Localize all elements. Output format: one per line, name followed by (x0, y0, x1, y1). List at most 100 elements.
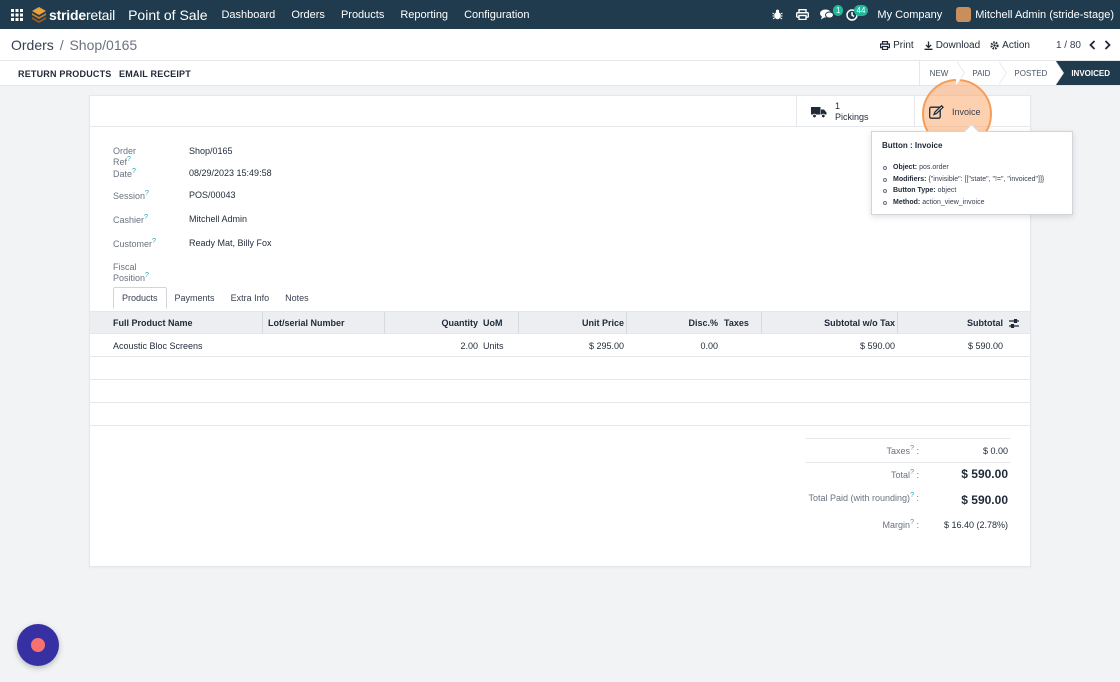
col-lot-header[interactable]: Lot/serial Number (268, 318, 345, 328)
col-discount-header[interactable]: Disc.% (630, 318, 718, 328)
gear-icon (990, 40, 999, 50)
col-quantity-header[interactable]: Quantity (390, 318, 478, 328)
tooltip-title: Button : Invoice (882, 141, 943, 150)
help-icon[interactable]: ? (145, 190, 149, 197)
brand-name-bold: stride (49, 6, 86, 23)
menu-products[interactable]: Products (333, 9, 392, 21)
order-lines-table: Full Product Name Lot/serial Number Quan… (90, 311, 1030, 426)
empty-row (90, 380, 1030, 403)
column-settings-icon[interactable] (1009, 319, 1019, 328)
margin-value: $ 16.40 (2.78%) (943, 520, 1008, 530)
brand-name-light: retail (85, 6, 116, 23)
tab-notes[interactable]: Notes (277, 287, 317, 309)
help-icon[interactable]: ? (910, 469, 914, 476)
total-paid-value: $ 590.00 (961, 493, 1008, 507)
breadcrumb-orders-link[interactable]: Orders (11, 37, 54, 53)
tooltip-item: Modifiers: {"invisible": [["state", "!=",… (882, 174, 1062, 186)
pager-value[interactable]: 1 / 80 (1056, 40, 1081, 51)
empty-row (90, 357, 1030, 380)
user-menu[interactable]: Mitchell Admin (stride-stage) (956, 7, 1114, 22)
help-icon[interactable]: ? (127, 156, 131, 163)
table-row[interactable]: Acoustic Bloc Screens 2.00 Units $ 295.0… (90, 334, 1030, 357)
pager-next-icon[interactable] (1104, 40, 1111, 50)
activities-clock-icon[interactable]: 44 (841, 0, 869, 29)
tooltip-value: {"invisible": [["state", "!=", "invoiced… (928, 175, 1045, 183)
messages-icon[interactable]: 1 (816, 0, 844, 29)
help-icon[interactable]: ? (132, 168, 136, 175)
col-subtotal-header[interactable]: Subtotal (905, 318, 1003, 328)
row-unit-price: $ 295.00 (588, 341, 624, 351)
help-icon[interactable]: ? (910, 445, 914, 452)
margin-label: Margin (882, 520, 911, 530)
help-icon[interactable]: ? (144, 214, 148, 221)
stage-posted: POSTED (999, 61, 1065, 85)
menu-orders[interactable]: Orders (283, 9, 333, 21)
breadcrumb: Orders / Shop/0165 (11, 37, 137, 53)
avatar (956, 7, 972, 22)
row-quantity: 2.00 (460, 341, 478, 351)
company-switcher[interactable]: My Company (877, 9, 942, 21)
colon: : (916, 470, 919, 480)
tab-extra-info[interactable]: Extra Info (223, 287, 278, 309)
row-uom: Units (483, 341, 504, 351)
download-button[interactable]: Download (924, 40, 980, 51)
invoice-label: Invoice (952, 106, 981, 117)
email-receipt-button[interactable]: EMAIL RECEIPT (119, 69, 191, 79)
pickings-smart-button[interactable]: 1 Pickings (796, 96, 914, 127)
main-menu: Dashboard Orders Products Reporting Conf… (213, 9, 537, 21)
breadcrumb-separator: / (59, 37, 64, 53)
print-label: Print (893, 39, 914, 51)
cashier-value[interactable]: Mitchell Admin (189, 214, 247, 224)
session-label: Session (113, 191, 146, 201)
total-label: Total (891, 470, 911, 480)
record-button[interactable] (17, 624, 59, 666)
app-name[interactable]: Point of Sale (128, 7, 207, 23)
help-icon[interactable]: ? (145, 272, 149, 279)
apps-menu-icon[interactable] (2, 0, 32, 29)
breadcrumb-current: Shop/0165 (69, 37, 138, 53)
action-menu-button[interactable]: Action (990, 40, 1030, 51)
menu-dashboard[interactable]: Dashboard (213, 9, 283, 21)
download-label: Download (935, 39, 981, 51)
pager-previous-icon[interactable] (1089, 40, 1096, 50)
col-subtotal-wo-tax-header[interactable]: Subtotal w/o Tax (770, 318, 895, 328)
debug-tooltip: Button : Invoice Object: pos.order Modifi… (871, 131, 1073, 215)
tab-products[interactable]: Products (113, 287, 167, 309)
tooltip-item: Method: action_view_invoice (882, 197, 1062, 209)
tooltip-item: Object: pos.order (882, 162, 1062, 174)
colon: : (916, 520, 919, 530)
tooltip-key: Object: (893, 164, 918, 171)
tooltip-value: action_view_invoice (922, 198, 985, 206)
bug-icon[interactable] (766, 0, 788, 29)
user-name: Mitchell Admin (stride-stage) (975, 8, 1114, 21)
tab-payments[interactable]: Payments (167, 287, 223, 309)
download-icon (924, 41, 933, 50)
help-icon[interactable]: ? (152, 238, 156, 245)
return-products-button[interactable]: RETURN PRODUCTS (18, 69, 112, 79)
print-icon (880, 40, 891, 50)
customer-value[interactable]: Ready Mat, Billy Fox (189, 238, 272, 248)
printer-icon[interactable] (791, 0, 813, 29)
brand-logo[interactable]: strideretail (32, 6, 116, 23)
empty-row (90, 403, 1030, 426)
col-taxes-header[interactable]: Taxes (724, 318, 749, 328)
control-panel: Orders / Shop/0165 Print Download Action… (0, 29, 1120, 61)
date-value: 08/29/2023 15:49:58 (189, 168, 272, 178)
row-subtotal: $ 590.00 (967, 341, 1003, 351)
row-subtotal-wo-tax: $ 590.00 (859, 341, 895, 351)
col-product-header[interactable]: Full Product Name (113, 318, 193, 328)
print-button[interactable]: Print (880, 40, 914, 51)
menu-reporting[interactable]: Reporting (392, 9, 456, 21)
session-value[interactable]: POS/00043 (189, 190, 236, 200)
stride-logo-icon (32, 6, 46, 23)
date-label: Date (113, 169, 133, 179)
order-ref-value: Shop/0165 (189, 146, 233, 156)
col-unit-price-header[interactable]: Unit Price (524, 318, 624, 328)
pickings-label: Pickings (835, 111, 869, 122)
menu-configuration[interactable]: Configuration (456, 9, 537, 21)
help-icon[interactable]: ? (910, 519, 914, 526)
col-uom-header[interactable]: UoM (483, 318, 503, 328)
truck-icon (811, 106, 827, 118)
help-icon[interactable]: ? (910, 492, 914, 499)
taxes-label: Taxes (886, 446, 911, 456)
